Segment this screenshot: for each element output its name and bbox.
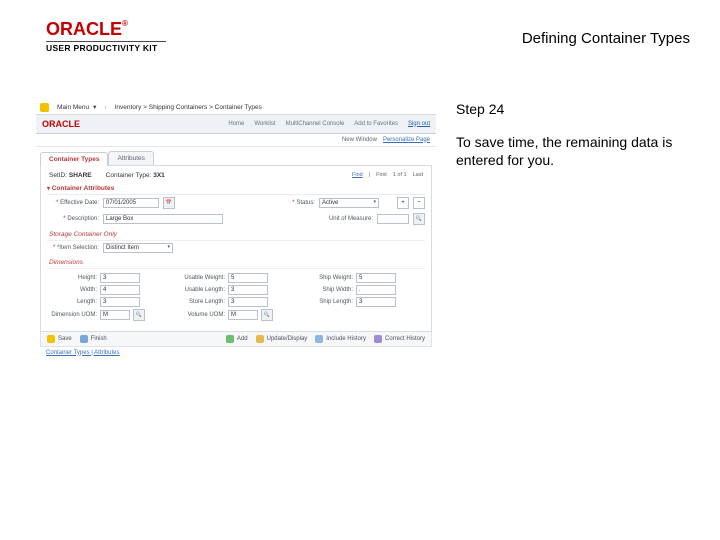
app-screenshot: Main Menu ▾ › Inventory > Shipping Conta… xyxy=(36,101,436,359)
tab-attributes[interactable]: Attributes xyxy=(108,151,153,165)
tab-container-types[interactable]: Container Types xyxy=(40,152,108,166)
pager-pos: 1 of 1 xyxy=(393,172,407,178)
calendar-icon[interactable]: 📅 xyxy=(163,197,175,209)
input-usable-length[interactable]: 3 xyxy=(228,285,268,295)
nav-mcc[interactable]: MultiChannel Console xyxy=(286,121,345,127)
correct-history-button[interactable]: Correct History xyxy=(374,335,425,343)
input-length[interactable]: 3 xyxy=(100,297,140,307)
input-store-length[interactable]: 3 xyxy=(228,297,268,307)
section-storage-only: Storage Container Only xyxy=(47,227,425,241)
record-summary-row: SetID: SHARE Container Type: 3X1 Find | … xyxy=(47,170,425,183)
favorites-icon[interactable] xyxy=(40,103,49,112)
app-subnav: New Window Personalize Page xyxy=(36,134,436,147)
input-effdate[interactable]: 07/01/2005 xyxy=(103,198,159,208)
nav-signout[interactable]: Sign out xyxy=(408,121,430,127)
app-brand: ORACLE xyxy=(42,119,80,129)
lookup-icon[interactable]: 🔍 xyxy=(261,309,273,321)
correct-icon xyxy=(374,335,382,343)
lookup-icon[interactable]: 🔍 xyxy=(413,213,425,225)
input-dim-uom[interactable]: M xyxy=(100,310,130,320)
link-personalize[interactable]: Personalize Page xyxy=(383,137,430,143)
browser-tabbar: Main Menu ▾ › Inventory > Shipping Conta… xyxy=(36,101,436,115)
input-uom[interactable] xyxy=(377,214,409,224)
input-usable-weight[interactable]: 5 xyxy=(228,273,268,283)
pager-last[interactable]: Last xyxy=(413,172,423,178)
history-icon xyxy=(315,335,323,343)
select-status[interactable]: Active xyxy=(319,198,379,208)
label-status: Status: xyxy=(285,200,315,206)
link-new-window[interactable]: New Window xyxy=(342,137,377,143)
input-vol-uom[interactable]: M xyxy=(228,310,258,320)
update-display-button[interactable]: Update/Display xyxy=(256,335,308,343)
section-container-attrs[interactable]: Container Attributes xyxy=(47,183,425,195)
app-header: ORACLE Home Worklist MultiChannel Consol… xyxy=(36,115,436,134)
input-height[interactable]: 3 xyxy=(100,273,140,283)
input-ship-width[interactable]: . xyxy=(356,285,396,295)
app-topnav: Home Worklist MultiChannel Console Add t… xyxy=(228,121,430,127)
chevron-down-icon: ▾ xyxy=(93,103,96,111)
update-icon xyxy=(256,335,264,343)
brand-subtitle: USER PRODUCTIVITY KIT xyxy=(46,44,166,53)
include-history-button[interactable]: Include History xyxy=(315,335,366,343)
label-uom: Unit of Measure: xyxy=(319,216,373,222)
nav-home[interactable]: Home xyxy=(228,121,244,127)
record-tabs: Container Types Attributes xyxy=(40,151,436,165)
nav-add-fav[interactable]: Add to Favorites xyxy=(354,121,398,127)
breadcrumb[interactable]: Inventory > Shipping Containers > Contai… xyxy=(115,104,262,111)
instruction-panel: Step 24 To save time, the remaining data… xyxy=(456,101,696,359)
page-title: Defining Container Types xyxy=(522,20,690,47)
label-effdate: Effective Date: xyxy=(47,200,99,206)
step-label: Step 24 xyxy=(456,101,696,117)
input-desc[interactable]: Large Box xyxy=(103,214,223,224)
input-width[interactable]: 4 xyxy=(100,285,140,295)
oracle-upk-logo: ORACLE® USER PRODUCTIVITY KIT xyxy=(46,20,166,53)
delete-row-button[interactable]: − xyxy=(413,197,425,209)
plus-icon xyxy=(226,335,234,343)
step-description: To save time, the remaining data is ente… xyxy=(456,133,696,171)
tab-main-menu[interactable]: Main Menu ▾ xyxy=(57,103,96,111)
dimensions-grid: Height:3 Usable Weight:5 Ship Weight:5 W… xyxy=(47,269,425,325)
nav-worklist[interactable]: Worklist xyxy=(254,121,275,127)
save-icon xyxy=(47,335,55,343)
input-ship-length[interactable]: 3 xyxy=(356,297,396,307)
bottom-tab-links[interactable]: Container Types | Attributes xyxy=(40,347,432,359)
label-item-selection: *Item Selection: xyxy=(47,245,99,251)
select-item-selection[interactable]: Distinct Item xyxy=(103,243,173,253)
pager-first[interactable]: First xyxy=(376,172,387,178)
main-panel: SetID: SHARE Container Type: 3X1 Find | … xyxy=(40,165,432,332)
page-header: ORACLE® USER PRODUCTIVITY KIT Defining C… xyxy=(0,0,720,59)
save-button[interactable]: Save xyxy=(47,335,72,343)
add-button[interactable]: Add xyxy=(226,335,248,343)
action-footer: Save Finish Add Update/Display Include H… xyxy=(40,332,432,347)
finish-button[interactable]: Finish xyxy=(80,335,107,343)
section-dimensions: Dimensions xyxy=(47,255,425,269)
brand-rule xyxy=(46,41,166,42)
link-find[interactable]: Find xyxy=(352,172,363,178)
input-ship-weight[interactable]: 5 xyxy=(356,273,396,283)
add-row-button[interactable]: + xyxy=(397,197,409,209)
lookup-icon[interactable]: 🔍 xyxy=(133,309,145,321)
brand-word: ORACLE® xyxy=(46,20,166,38)
label-desc: Description: xyxy=(47,216,99,222)
finish-icon xyxy=(80,335,88,343)
